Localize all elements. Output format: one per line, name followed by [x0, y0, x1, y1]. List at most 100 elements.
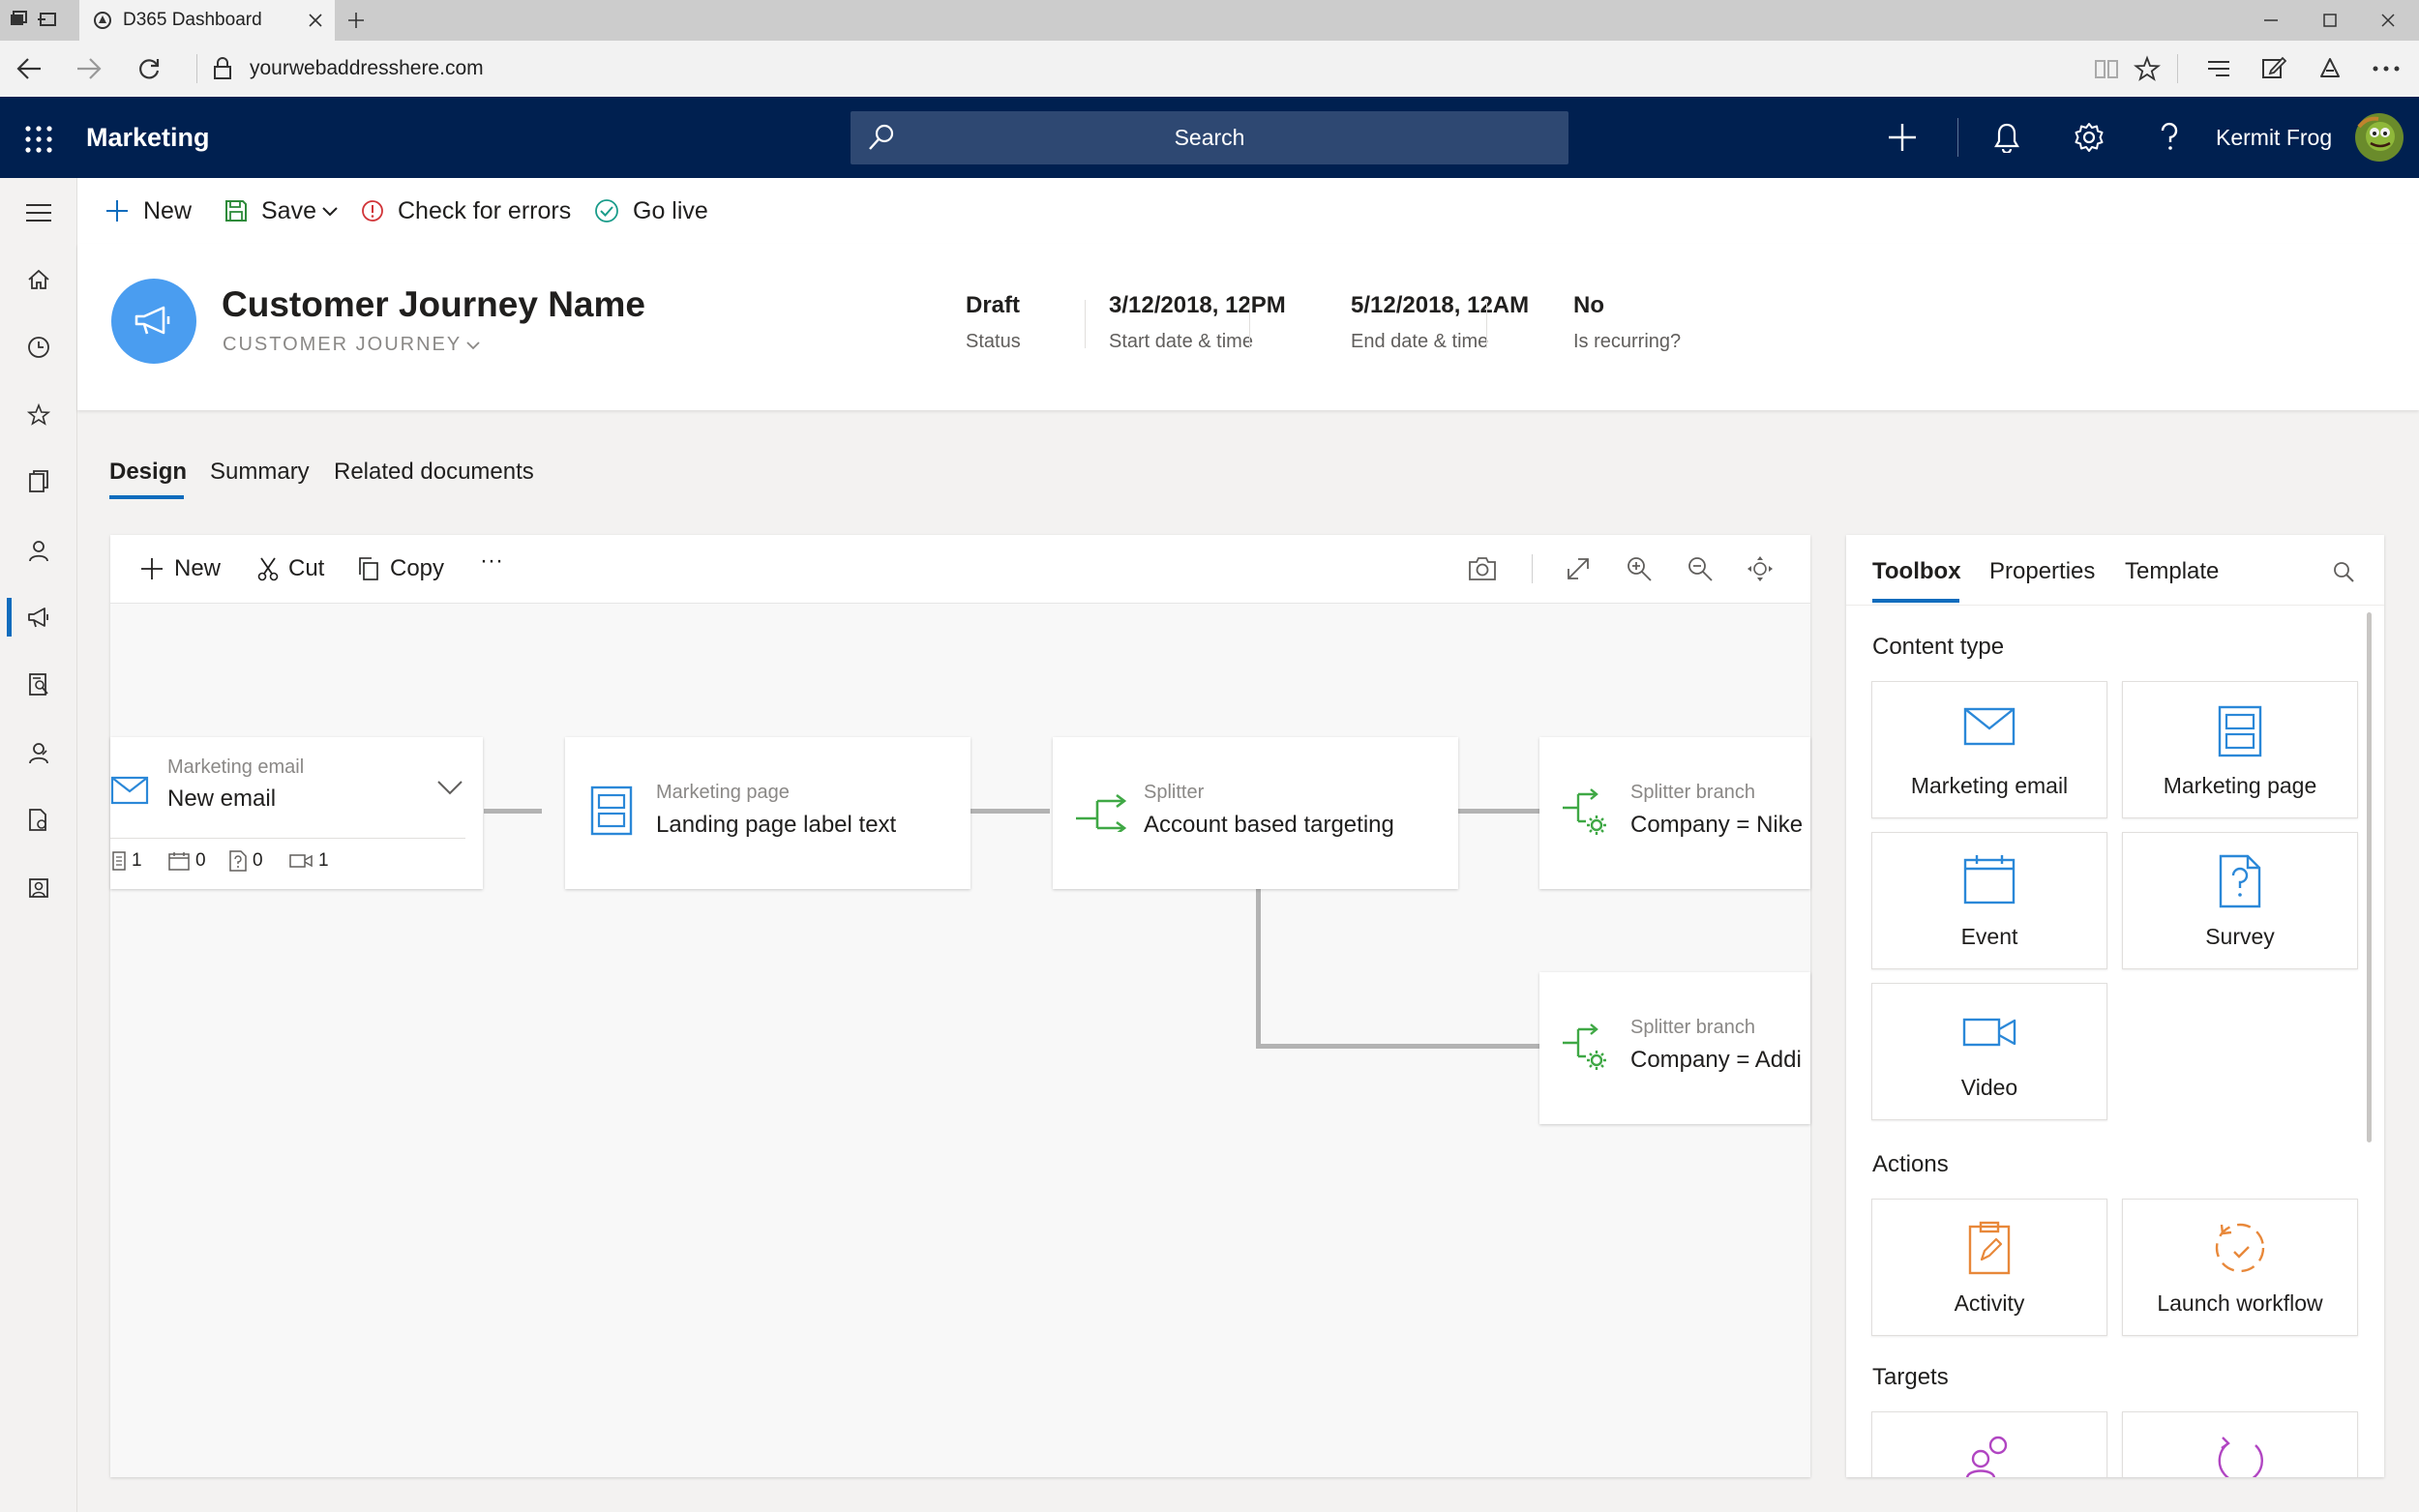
canvas-more-button[interactable]: ··· [480, 527, 503, 595]
start-date-value: 3/12/2018, 12PM [1109, 292, 1286, 318]
reading-view-icon[interactable] [2094, 57, 2119, 80]
new-button[interactable]: New [105, 178, 192, 244]
nav-recent-icon[interactable] [0, 320, 76, 374]
nav-documents-icon[interactable] [0, 455, 76, 509]
app-launcher-icon[interactable] [24, 125, 53, 154]
address-url[interactable]: yourwebaddresshere.com [250, 41, 484, 97]
hub-icon[interactable] [2206, 58, 2231, 79]
video-camera-icon [1872, 1017, 2106, 1048]
tile-expand-chevron-icon[interactable] [436, 780, 463, 795]
journey-tile-splitter-branch[interactable]: Splitter branch Company = Addi [1539, 972, 1810, 1124]
toolbar-divider [1532, 554, 1533, 583]
zoom-out-icon[interactable] [1687, 555, 1714, 582]
new-tab-icon[interactable] [346, 11, 366, 30]
toolbox-card-target-trigger[interactable] [2122, 1411, 2358, 1477]
set-aside-tabs-icon[interactable] [37, 9, 58, 30]
card-label: Survey [2205, 924, 2275, 949]
trigger-refresh-icon [2123, 1434, 2357, 1477]
back-icon[interactable] [15, 56, 43, 81]
nav-forms-icon[interactable] [0, 793, 76, 847]
tab-toolbox[interactable]: Toolbox [1872, 558, 1961, 585]
global-search-box[interactable]: Search [851, 111, 1568, 164]
scissors-icon [257, 556, 288, 581]
nav-home-icon[interactable] [0, 252, 76, 307]
toolbox-card-marketing-page[interactable]: Marketing page [2122, 681, 2358, 818]
toolbox-card-launch-workflow[interactable]: Launch workflow [2122, 1199, 2358, 1336]
email-envelope-icon [1872, 707, 2106, 746]
close-tab-icon[interactable] [308, 13, 323, 28]
toolbox-scrollbar[interactable] [2367, 612, 2372, 1142]
app-title[interactable]: Marketing [86, 97, 210, 178]
canvas-cut-button[interactable]: Cut [257, 535, 324, 603]
toolbox-card-marketing-email[interactable]: Marketing email [1871, 681, 2107, 818]
save-dropdown-chevron-icon[interactable] [322, 206, 351, 216]
tab-related-documents[interactable]: Related documents [334, 459, 534, 486]
canvas-copy-label: Copy [390, 555, 445, 581]
user-avatar[interactable] [2355, 113, 2404, 162]
journey-tile-marketing-email[interactable]: Marketing email New email 1 0 0 1 [110, 737, 483, 889]
maximize-window-icon[interactable] [2321, 12, 2339, 29]
camera-icon[interactable] [1468, 556, 1497, 581]
is-recurring-value: No [1573, 292, 1604, 318]
toolbox-card-target-segment[interactable] [1871, 1411, 2107, 1477]
web-note-icon[interactable] [2261, 55, 2286, 80]
more-options-icon[interactable] [2373, 66, 2400, 72]
hamburger-menu-icon[interactable] [0, 186, 76, 240]
zoom-in-icon[interactable] [1626, 555, 1653, 582]
entity-switcher[interactable]: CUSTOMER JOURNEY [223, 334, 481, 356]
save-button[interactable]: Save [224, 178, 351, 244]
close-window-icon[interactable] [2379, 12, 2397, 29]
nav-leads-icon[interactable] [0, 726, 76, 780]
fullscreen-expand-icon[interactable] [1565, 555, 1592, 582]
tile-stat-pages: 1 [112, 850, 142, 872]
help-icon[interactable] [2158, 122, 2181, 153]
nav-segments-icon[interactable] [0, 658, 76, 712]
fit-to-screen-icon[interactable] [1747, 555, 1774, 582]
settings-gear-icon[interactable] [2074, 122, 2105, 153]
status-value: Draft [966, 292, 1021, 318]
activity-clipboard-icon [1872, 1221, 2106, 1275]
tab-summary[interactable]: Summary [210, 459, 310, 486]
customer-journey-megaphone-icon [111, 279, 196, 364]
nav-contacts-icon[interactable] [0, 523, 76, 578]
toolbox-search-icon[interactable] [2332, 560, 2355, 583]
minimize-window-icon[interactable] [2262, 12, 2280, 29]
search-placeholder: Search [1174, 125, 1245, 150]
refresh-icon[interactable] [136, 56, 162, 81]
nav-customer-journeys-icon[interactable] [0, 590, 76, 644]
status-field: Draft Status [966, 292, 1021, 353]
chevron-down-icon [465, 341, 481, 350]
nav-accounts-icon[interactable] [0, 861, 76, 915]
actions-section-title: Actions [1872, 1151, 1949, 1177]
journey-designer-canvas[interactable]: New Cut Copy ··· Marketing email New ema… [110, 535, 1810, 1477]
tab-actions-icon[interactable] [8, 9, 29, 30]
canvas-copy-button[interactable]: Copy [357, 535, 444, 603]
toolbox-card-survey[interactable]: Survey [2122, 832, 2358, 969]
tab-design[interactable]: Design [109, 459, 187, 486]
check-for-errors-button[interactable]: Check for errors [361, 178, 571, 244]
canvas-new-button[interactable]: New [139, 535, 221, 603]
tab-template[interactable]: Template [2125, 558, 2219, 585]
header-divider [1957, 118, 1958, 157]
share-icon[interactable] [2317, 55, 2343, 80]
save-floppy-icon [224, 199, 261, 222]
add-icon[interactable] [1887, 122, 1918, 153]
notifications-bell-icon[interactable] [1993, 122, 2020, 153]
go-live-button[interactable]: Go live [594, 178, 708, 244]
journey-tile-splitter-branch[interactable]: Splitter branch Company = Nike [1539, 737, 1810, 889]
favorite-star-icon[interactable] [2134, 55, 2161, 82]
user-name[interactable]: Kermit Frog [2216, 97, 2332, 178]
toolbox-card-activity[interactable]: Activity [1871, 1199, 2107, 1336]
tile-kind-label: Marketing email [167, 756, 305, 778]
journey-tile-splitter[interactable]: Splitter Account based targeting [1053, 737, 1458, 889]
card-label: Marketing page [2163, 773, 2317, 798]
forward-icon[interactable] [75, 56, 103, 81]
tile-connector [1458, 809, 1539, 814]
save-button-label: Save [261, 196, 316, 224]
browser-tab[interactable]: D365 Dashboard [79, 0, 335, 41]
tab-properties[interactable]: Properties [1989, 558, 2095, 585]
toolbox-card-video[interactable]: Video [1871, 983, 2107, 1120]
journey-tile-marketing-page[interactable]: Marketing page Landing page label text [565, 737, 971, 889]
toolbox-card-event[interactable]: Event [1871, 832, 2107, 969]
nav-pinned-star-icon[interactable] [0, 388, 76, 442]
